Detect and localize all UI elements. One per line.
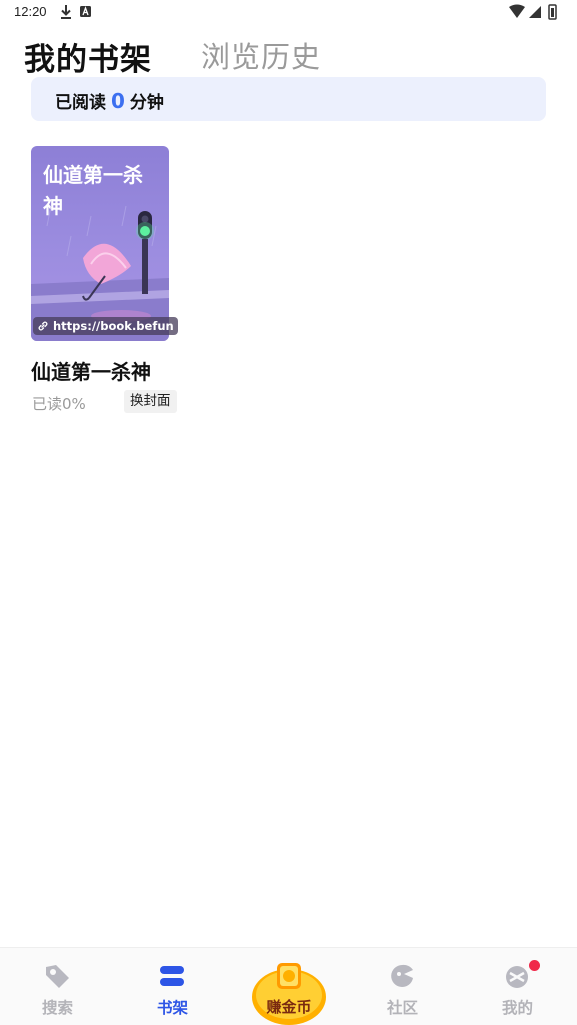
nav-item-community[interactable]: 社区 [345, 948, 460, 1025]
wifi-icon [509, 4, 525, 18]
notification-dot [529, 960, 540, 971]
nav-item-bookshelf[interactable]: 书架 [115, 948, 230, 1025]
book-title[interactable]: 仙道第一杀神 [31, 356, 151, 385]
reading-prefix: 已阅读 [55, 93, 106, 113]
status-time: 12:20 [14, 4, 47, 19]
nav-item-search[interactable]: 搜索 [0, 948, 115, 1025]
system-status-icons [509, 4, 557, 20]
earn-coins-label[interactable]: 赚金币 [250, 996, 328, 1017]
nav-label-profile: 我的 [501, 999, 533, 1017]
tab-bookshelf[interactable]: 我的书架 [24, 34, 152, 79]
signal-icon [529, 6, 541, 18]
download-icon [61, 5, 71, 19]
nav-label-search: 搜索 [41, 999, 73, 1017]
reading-time-banner: 已阅读 0 分钟 [31, 77, 546, 121]
nav-label-bookshelf: 书架 [156, 999, 188, 1017]
community-icon [391, 964, 413, 987]
nav-item-profile[interactable]: 我的 [460, 948, 575, 1025]
book-cover[interactable]: 仙道第一杀神 [31, 146, 169, 341]
book-progress: 已读0% [32, 395, 86, 413]
profile-icon [506, 966, 528, 988]
tag-icon [46, 965, 69, 988]
reading-minutes: 0 [111, 89, 125, 113]
tab-history[interactable]: 浏览历史 [201, 34, 321, 76]
reading-time-text: 已阅读 0 分钟 [55, 88, 164, 113]
reading-suffix: 分钟 [129, 93, 164, 113]
status-bar: 12:20 [0, 0, 577, 24]
nav-label-community: 社区 [386, 999, 418, 1017]
cover-illustration [31, 206, 169, 341]
change-cover-button[interactable]: 换封面 [124, 390, 177, 413]
bookshelf-icon [160, 966, 184, 986]
notification-a-icon [80, 6, 91, 17]
